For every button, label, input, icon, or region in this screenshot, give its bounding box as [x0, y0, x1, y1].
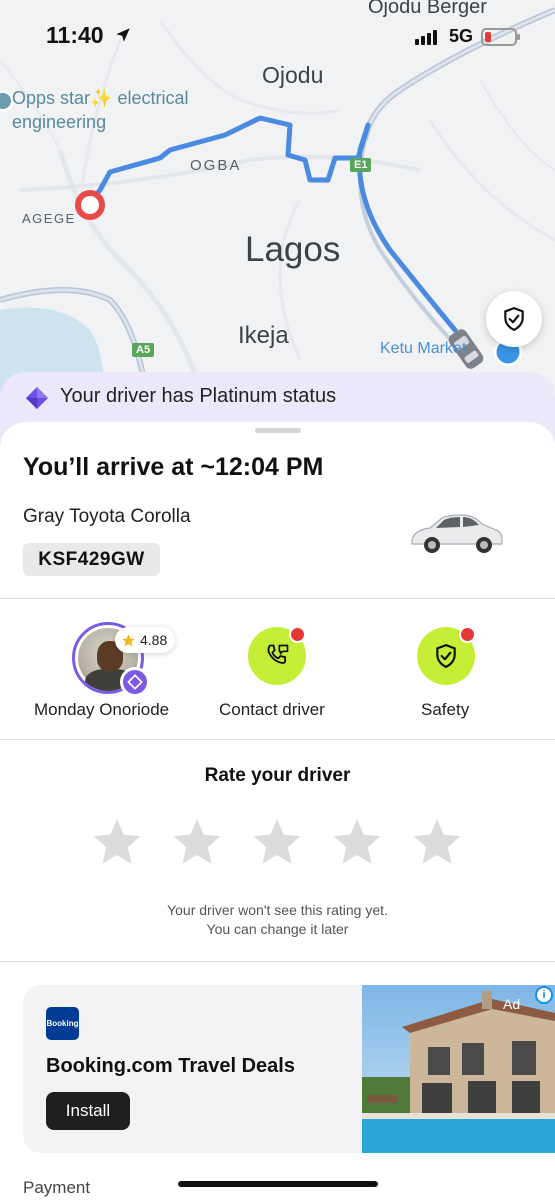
safety-shield-button[interactable]	[486, 291, 542, 347]
divider	[0, 961, 555, 962]
shield-check-icon	[504, 307, 524, 332]
driver-rating-chip: 4.88	[115, 627, 176, 653]
ad-image[interactable]	[362, 985, 555, 1153]
booking-logo: Booking	[46, 1007, 79, 1040]
contact-alert-dot	[289, 626, 306, 643]
villa-pool-image	[362, 985, 555, 1153]
rating-note-line2: You can change it later	[206, 921, 349, 937]
status-time-text: 11:40	[46, 22, 104, 48]
status-right: 5G	[414, 26, 520, 47]
rating-star-5-icon[interactable]	[411, 816, 463, 868]
arrival-title: You’ll arrive at ~12:04 PM	[23, 453, 324, 481]
phone-chat-icon	[267, 644, 289, 664]
rating-star-2-icon[interactable]	[171, 816, 223, 868]
divider	[0, 739, 555, 740]
map-label-ketu: Ketu Market	[380, 340, 467, 357]
safety-label[interactable]: Safety	[421, 700, 469, 720]
star-rating[interactable]	[91, 816, 463, 868]
platinum-badge	[120, 667, 150, 697]
map-label-poi[interactable]: Opps star✨ electrical engineering	[12, 86, 188, 134]
rating-note: Your driver won't see this rating yet. Y…	[0, 901, 555, 939]
map-label-ogba: OGBA	[190, 157, 242, 174]
rating-star-4-icon[interactable]	[331, 816, 383, 868]
platinum-banner-text: Your driver has Platinum status	[60, 385, 337, 407]
platinum-diamond-icon	[26, 387, 48, 409]
network-label: 5G	[448, 26, 473, 46]
car-model: Gray Toyota Corolla	[23, 506, 191, 527]
destination-pin-icon	[75, 190, 105, 220]
map-label-poi-line1: Opps star✨ electrical	[12, 88, 189, 108]
rating-star-1-icon[interactable]	[91, 816, 143, 868]
contact-driver-label[interactable]: Contact driver	[219, 700, 325, 720]
road-badge-e1: E1	[350, 158, 372, 172]
divider	[0, 598, 555, 599]
diamond-icon	[127, 674, 143, 690]
map-label-poi-line2: engineering	[12, 112, 107, 132]
ad-install-button[interactable]: Install	[46, 1092, 130, 1130]
car-image-icon	[411, 514, 503, 553]
map-label-agege: AGEGE	[22, 211, 76, 226]
map-label-lagos: Lagos	[245, 230, 341, 269]
route-line	[89, 115, 458, 333]
ad-info-icon[interactable]: i	[535, 986, 553, 1004]
location-arrow-icon	[116, 28, 130, 42]
rating-star-3-icon[interactable]	[251, 816, 303, 868]
status-bar: 11:40 5G	[0, 0, 555, 72]
ad-title[interactable]: Booking.com Travel Deals	[46, 1055, 295, 1078]
signal-bars-icon	[414, 29, 437, 45]
ad-tag: Ad	[503, 996, 521, 1012]
sheet-drag-handle[interactable]	[255, 428, 301, 433]
driver-rating-value: 4.88	[140, 632, 168, 648]
map-label-ikeja: Ikeja	[238, 322, 289, 349]
payment-section-title: Payment	[23, 1178, 91, 1197]
rate-driver-title: Rate your driver	[204, 765, 351, 786]
shield-check-icon	[436, 644, 456, 669]
safety-alert-dot	[459, 626, 476, 643]
battery-icon	[481, 27, 520, 46]
home-indicator[interactable]	[178, 1181, 378, 1187]
star-icon	[122, 633, 135, 646]
road-badge-a5: A5	[132, 343, 155, 357]
driver-name[interactable]: Monday Onoriode	[34, 700, 169, 720]
rating-note-line1: Your driver won't see this rating yet.	[167, 902, 388, 918]
license-plate: KSF429GW	[23, 543, 160, 576]
status-time: 11:40	[46, 22, 132, 49]
